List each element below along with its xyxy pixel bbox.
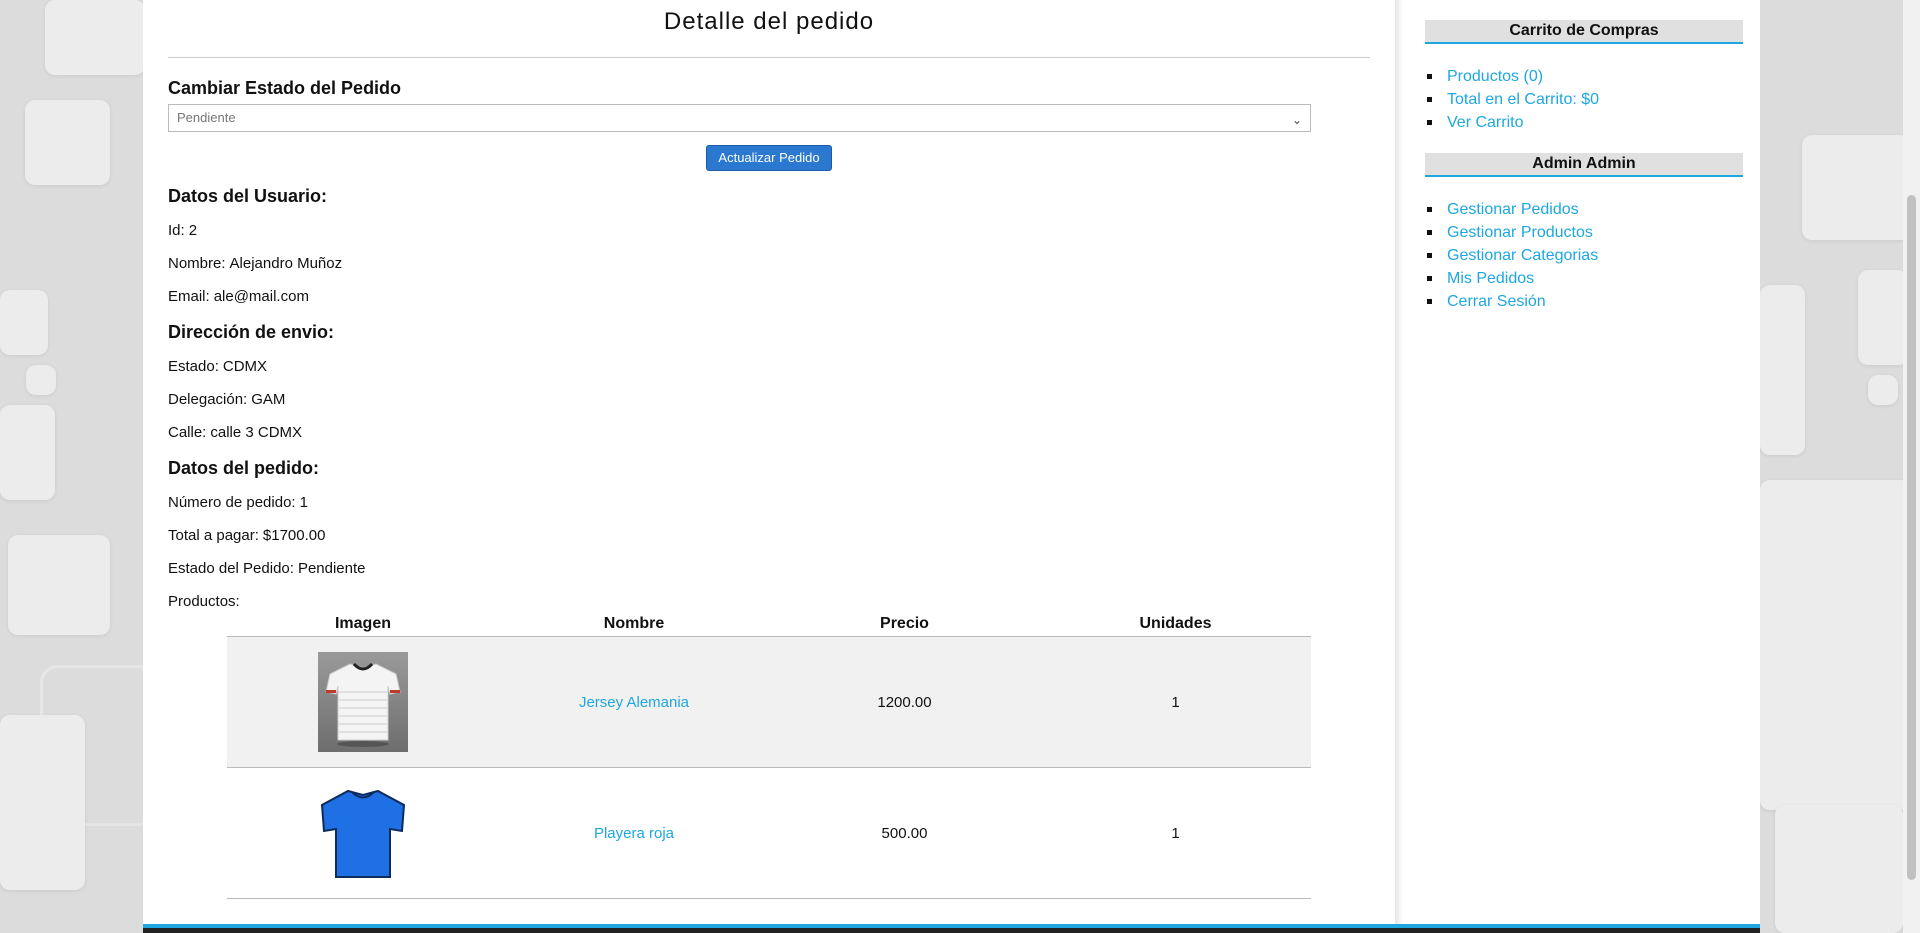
product-name-cell: Playera roja: [499, 767, 769, 899]
shipping-delegation: Delegación: GAM: [168, 391, 286, 408]
shipping-street: Calle: calle 3 CDMX: [168, 424, 303, 441]
change-status-heading: Cambiar Estado del Pedido: [168, 78, 402, 98]
my-orders-link[interactable]: Mis Pedidos: [1447, 270, 1534, 287]
product-price-cell: 500.00: [769, 767, 1040, 899]
column-header-image: Imagen: [227, 612, 499, 637]
order-status-select[interactable]: Pendiente ⌄: [168, 104, 1311, 132]
product-units-cell: 1: [1040, 636, 1311, 768]
product-image-cell: [227, 636, 499, 768]
user-data-heading: Datos del Usuario:: [168, 186, 328, 206]
list-item: Ver Carrito: [1425, 111, 1599, 134]
update-order-button[interactable]: Actualizar Pedido: [706, 145, 832, 171]
blue-tshirt-image[interactable]: [318, 783, 408, 883]
cart-products-link[interactable]: Productos (0): [1447, 68, 1543, 85]
list-item: Gestionar Pedidos: [1425, 198, 1598, 221]
order-data-heading: Datos del pedido:: [168, 458, 320, 478]
scrollbar-thumb[interactable]: [1907, 195, 1916, 880]
admin-heading: Admin Admin: [1425, 153, 1743, 177]
manage-products-link[interactable]: Gestionar Productos: [1447, 224, 1593, 241]
shipping-state: Estado: CDMX: [168, 358, 268, 375]
product-name-cell: Jersey Alemania: [499, 636, 769, 768]
order-status: Estado del Pedido: Pendiente: [168, 560, 366, 577]
logout-link[interactable]: Cerrar Sesión: [1447, 293, 1546, 310]
page-container: Detalle del pedido Cambiar Estado del Pe…: [143, 0, 1760, 933]
list-item: Total en el Carrito: $0: [1425, 88, 1599, 111]
product-units-cell: 1: [1040, 767, 1311, 899]
product-link[interactable]: Playera roja: [594, 825, 674, 842]
list-item: Productos (0): [1425, 65, 1599, 88]
table-row: Jersey Alemania 1200.00 1: [227, 636, 1311, 768]
admin-menu: Gestionar Pedidos Gestionar Productos Ge…: [1425, 198, 1598, 313]
chevron-down-icon: ⌄: [1291, 113, 1302, 127]
column-header-name: Nombre: [499, 612, 769, 637]
order-total: Total a pagar: $1700.00: [168, 527, 326, 544]
column-header-units: Unidades: [1040, 612, 1311, 637]
shipping-address-heading: Dirección de envio:: [168, 322, 335, 342]
column-header-price: Precio: [769, 612, 1040, 637]
main-divider-shadow: [1395, 0, 1403, 924]
white-jersey-image[interactable]: [318, 652, 408, 752]
cart-heading: Carrito de Compras: [1425, 20, 1743, 44]
list-item: Mis Pedidos: [1425, 267, 1598, 290]
table-header-row: Imagen Nombre Precio Unidades: [227, 612, 1311, 637]
manage-orders-link[interactable]: Gestionar Pedidos: [1447, 201, 1579, 218]
order-number: Número de pedido: 1: [168, 494, 308, 511]
user-id: Id: 2: [168, 222, 198, 239]
user-name: Nombre: Alejandro Muñoz: [168, 255, 343, 272]
order-status-select-value: Pendiente: [177, 110, 236, 125]
manage-categories-link[interactable]: Gestionar Categorias: [1447, 247, 1598, 264]
list-item: Gestionar Productos: [1425, 221, 1598, 244]
products-label: Productos:: [168, 593, 240, 610]
vertical-scrollbar[interactable]: [1903, 0, 1920, 933]
cart-total-link[interactable]: Total en el Carrito: $0: [1447, 91, 1599, 108]
table-row: Playera roja 500.00 1: [227, 767, 1311, 899]
view-cart-link[interactable]: Ver Carrito: [1447, 114, 1523, 131]
products-table: Imagen Nombre Precio Unidades Jersey Ale…: [227, 612, 1311, 899]
product-image-cell: [227, 767, 499, 899]
product-price-cell: 1200.00: [769, 636, 1040, 768]
title-divider: [168, 57, 1370, 58]
user-email: Email: ale@mail.com: [168, 288, 309, 305]
footer: [143, 928, 1760, 933]
cart-menu: Productos (0) Total en el Carrito: $0 Ve…: [1425, 65, 1599, 134]
list-item: Cerrar Sesión: [1425, 290, 1598, 313]
list-item: Gestionar Categorias: [1425, 244, 1598, 267]
main-content: Detalle del pedido Cambiar Estado del Pe…: [143, 0, 1395, 924]
product-link[interactable]: Jersey Alemania: [579, 694, 689, 711]
page-title: Detalle del pedido: [663, 8, 875, 35]
